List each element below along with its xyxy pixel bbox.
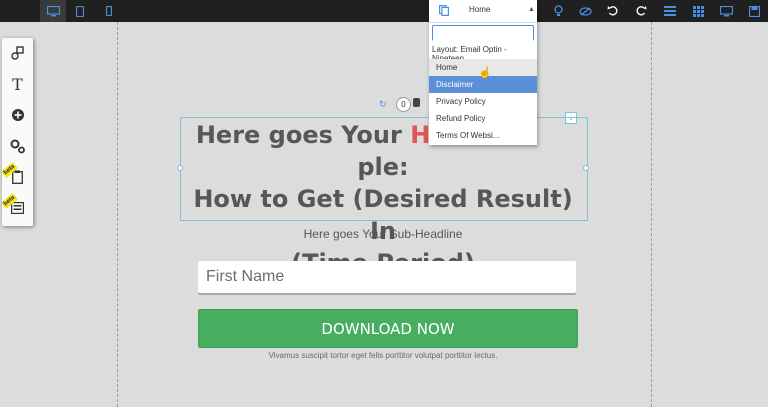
link-element-button[interactable] bbox=[2, 40, 33, 66]
page-option-privacy-policy[interactable]: Privacy Policy bbox=[429, 93, 537, 110]
element-counter: 0 bbox=[396, 97, 411, 112]
pages-icon bbox=[439, 5, 449, 16]
right-guide-line bbox=[651, 22, 652, 407]
refresh-icon[interactable]: ↻ bbox=[379, 99, 387, 110]
hide-icon bbox=[578, 6, 592, 16]
hand-cursor-icon: ☝ bbox=[478, 67, 492, 79]
first-name-field[interactable] bbox=[198, 261, 576, 293]
visibility-button[interactable] bbox=[576, 0, 594, 22]
mobile-view-button[interactable] bbox=[100, 0, 118, 22]
layout-icon bbox=[11, 202, 24, 214]
preview-button[interactable] bbox=[716, 0, 736, 22]
page-option-terms[interactable]: Terms Of Websi... bbox=[429, 127, 537, 144]
left-guide-line bbox=[117, 22, 118, 407]
text-icon: T bbox=[12, 74, 23, 94]
settings-icon bbox=[10, 139, 25, 153]
top-toolbar bbox=[0, 0, 768, 22]
chevron-up-icon: ▲ bbox=[528, 6, 535, 13]
undo-icon bbox=[607, 6, 618, 16]
tablet-icon bbox=[76, 5, 84, 17]
tablet-view-button[interactable] bbox=[70, 0, 90, 22]
page-select[interactable]: Home ▲ bbox=[429, 0, 537, 23]
add-icon bbox=[11, 109, 24, 121]
first-name-input[interactable] bbox=[198, 261, 574, 293]
desktop-icon bbox=[46, 5, 60, 16]
mobile-icon bbox=[106, 6, 112, 16]
add-element-button[interactable] bbox=[2, 102, 33, 128]
grid-icon bbox=[692, 5, 704, 17]
desktop-view-button[interactable] bbox=[40, 0, 66, 22]
text-element-button[interactable]: T bbox=[2, 71, 33, 97]
clipboard-icon bbox=[12, 170, 23, 184]
redo-button[interactable] bbox=[632, 0, 650, 22]
element-toolbar: T beta beta bbox=[1, 38, 33, 226]
page-search-box[interactable] bbox=[432, 25, 534, 43]
disclaimer-text[interactable]: Vivamus suscipit tortor eget felis portt… bbox=[180, 351, 586, 360]
settings-element-button[interactable] bbox=[2, 133, 33, 159]
undo-button[interactable] bbox=[604, 0, 622, 22]
lightbulb-button[interactable] bbox=[550, 0, 566, 22]
page-search-input[interactable] bbox=[433, 30, 533, 43]
link-icon bbox=[10, 46, 24, 60]
save-button[interactable] bbox=[744, 0, 764, 22]
grid-button[interactable] bbox=[689, 0, 707, 22]
redo-icon bbox=[636, 6, 647, 16]
monitor-icon bbox=[719, 5, 733, 16]
page-option-refund-policy[interactable]: Refund Policy bbox=[429, 110, 537, 127]
lock-icon[interactable] bbox=[413, 98, 420, 107]
lightbulb-icon bbox=[553, 5, 563, 16]
page-select-value: Home bbox=[469, 5, 491, 14]
save-icon bbox=[748, 5, 760, 17]
menu-icon bbox=[664, 6, 676, 16]
sub-headline[interactable]: Here goes Your Sub-Headline bbox=[180, 227, 586, 241]
download-now-button[interactable]: DOWNLOAD NOW bbox=[198, 309, 578, 348]
menu-button[interactable] bbox=[661, 0, 679, 22]
